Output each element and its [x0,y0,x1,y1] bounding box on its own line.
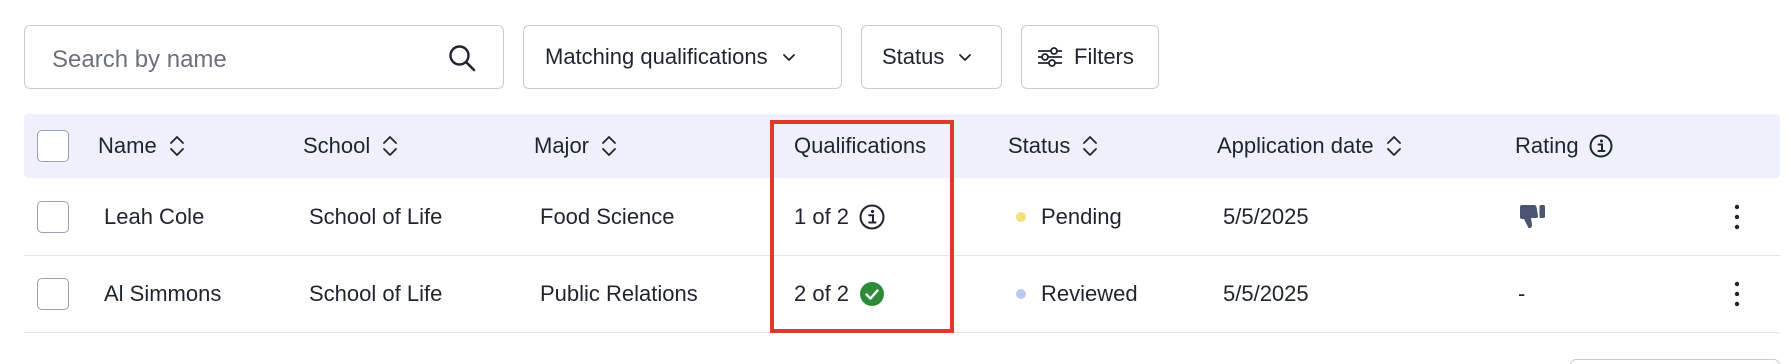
check-circle-icon [860,282,885,306]
info-icon[interactable] [859,204,885,230]
more-vertical-icon[interactable] [1734,281,1740,307]
matching-qualifications-label: Matching qualifications [545,44,768,69]
qualifications-count: 1 of 2 [794,204,850,229]
column-header-qualifications: Qualifications [794,133,927,158]
status-dot [1016,289,1026,299]
status-cell: Reviewed [1016,256,1138,332]
sliders-icon [1038,47,1062,67]
chevron-down-icon [959,54,972,61]
rating-empty: - [1518,281,1526,306]
status-label: Pending [1041,204,1122,229]
status-dot [1016,212,1026,222]
select-all-checkbox[interactable] [37,130,69,162]
table-row[interactable]: Al Simmons School of Life Public Relatio… [24,256,1780,333]
column-header-school[interactable]: School [303,114,398,178]
more-vertical-icon[interactable] [1734,204,1740,230]
column-header-application-date[interactable]: Application date [1217,114,1402,178]
status-label: Reviewed [1041,281,1138,306]
search-icon[interactable] [447,43,477,73]
column-header-status[interactable]: Status [1008,114,1098,178]
sort-icon [383,136,398,156]
column-header-name[interactable]: Name [98,114,185,178]
qualifications-cell: 1 of 2 [794,179,885,255]
applicant-name[interactable]: Leah Cole [104,179,204,255]
thumbs-down-icon[interactable] [1518,204,1548,230]
search-input[interactable]: Search by name [24,25,504,89]
chevron-down-icon [782,54,795,61]
applicant-school: School of Life [309,204,443,229]
qualifications-count: 2 of 2 [794,281,850,306]
status-dropdown-label: Status [882,44,945,69]
row-checkbox[interactable] [37,201,69,233]
sort-icon [602,136,616,156]
applicant-major: Food Science [540,204,675,229]
status-dropdown[interactable]: Status [861,25,1002,89]
row-actions-menu[interactable] [1734,256,1740,332]
applicant-name[interactable]: Al Simmons [104,256,221,332]
sort-icon [169,136,184,156]
column-header-rating: Rating [1515,114,1613,178]
rating-cell[interactable] [1518,179,1548,255]
sort-icon [1083,136,1098,156]
matching-qualifications-dropdown[interactable]: Matching qualifications [523,25,842,89]
application-date: 5/5/2025 [1223,204,1309,229]
row-checkbox[interactable] [37,278,69,310]
sort-icon [1386,136,1401,156]
search-placeholder: Search by name [52,46,227,73]
filters-label: Filters [1074,44,1134,69]
qualifications-cell: 2 of 2 [794,256,885,332]
applicant-school: School of Life [309,281,443,306]
column-header-major[interactable]: Major [534,114,617,178]
pagination-control[interactable] [1570,359,1780,364]
table-header: Name School Major Qualifications Status … [24,114,1780,178]
application-date: 5/5/2025 [1223,281,1309,306]
applicant-major: Public Relations [540,281,698,306]
filters-button[interactable]: Filters [1021,25,1159,89]
info-icon[interactable] [1589,134,1613,158]
table-row[interactable]: Leah Cole School of Life Food Science 1 … [24,179,1780,256]
row-actions-menu[interactable] [1734,179,1740,255]
status-cell: Pending [1016,179,1122,255]
